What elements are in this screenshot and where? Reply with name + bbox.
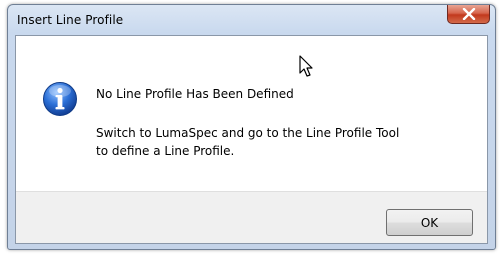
message-dialog-window: Insert Line Profile No Line Profile Has … [7,4,496,250]
content-line-1: Switch to LumaSpec and go to the Line Pr… [96,126,400,140]
button-footer: OK [16,191,487,243]
close-button[interactable] [447,5,490,24]
mouse-cursor-icon [299,55,313,77]
ok-button[interactable]: OK [386,209,473,236]
content-text: Switch to LumaSpec and go to the Line Pr… [96,124,476,160]
message-content-area: No Line Profile Has Been Defined Switch … [16,36,487,191]
title-bar[interactable]: Insert Line Profile [8,5,495,35]
content-line-2: to define a Line Profile. [96,144,235,158]
info-icon [43,82,77,116]
dialog-client-area: No Line Profile Has Been Defined Switch … [15,35,488,244]
window-title: Insert Line Profile [17,13,124,27]
main-instruction: No Line Profile Has Been Defined [96,87,294,101]
close-icon [462,8,475,20]
